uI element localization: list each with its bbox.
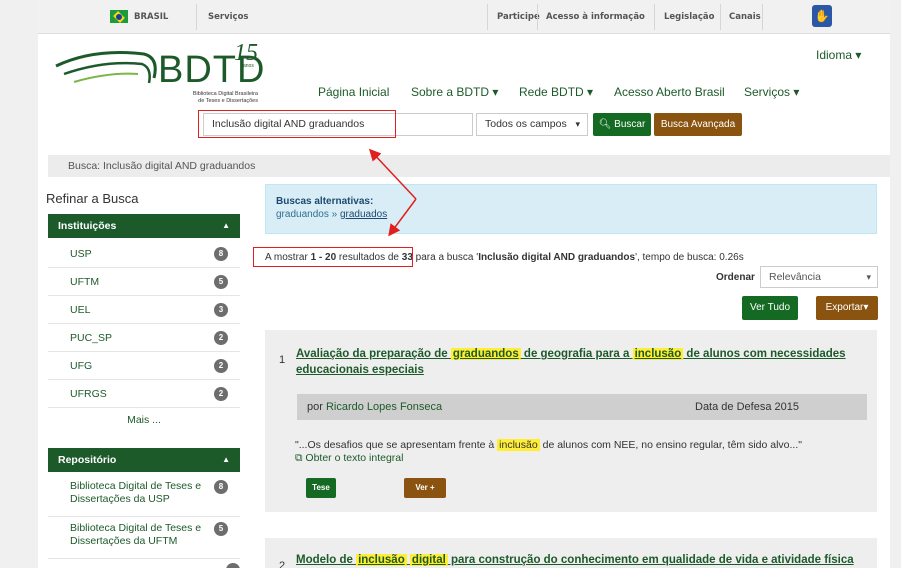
- nav-pagina-inicial[interactable]: Página Inicial: [318, 85, 389, 99]
- external-link-icon: ⧉: [295, 452, 303, 464]
- chevron-down-icon: ▾: [575, 119, 580, 129]
- result-item: 1 Avaliação da preparação de graduandos …: [265, 330, 877, 512]
- tese-badge-button[interactable]: Tese: [306, 478, 336, 498]
- facet-mais-link[interactable]: Mais ...: [48, 414, 240, 426]
- result-number: 1: [279, 354, 286, 366]
- nav-servicos[interactable]: Serviços ▾: [744, 85, 799, 99]
- gov-brasil-link[interactable]: BRASIL: [134, 0, 168, 34]
- gov-bar: BRASIL Serviços Participe Acesso à infor…: [38, 0, 890, 34]
- result-item: 2 Modelo de inclusão digital para constr…: [265, 538, 877, 568]
- ver-mais-button[interactable]: Ver +: [404, 478, 446, 498]
- collapse-triangle-icon: ▲: [222, 455, 230, 464]
- page: BRASIL Serviços Participe Acesso à infor…: [38, 0, 890, 568]
- facet-item-ufrgs[interactable]: UFRGS 2: [48, 380, 240, 408]
- gov-servicos-link[interactable]: Serviços: [208, 0, 248, 34]
- logo-subtitle: Biblioteca Digital Brasileira de Teses e…: [192, 91, 258, 104]
- obter-texto-link[interactable]: ⧉ Obter o texto integral: [295, 452, 403, 465]
- nav-sobre[interactable]: Sobre a BDTD ▾: [411, 85, 498, 99]
- buscar-button[interactable]: 🔍︎ Buscar: [593, 113, 651, 136]
- instituicoes-facet-header[interactable]: Instituições ▲: [48, 214, 240, 238]
- result-number: 2: [279, 560, 286, 568]
- facet-item-ufg[interactable]: UFG 2: [48, 352, 240, 380]
- ver-tudo-button[interactable]: Ver Tudo: [742, 296, 798, 320]
- gov-canais-link[interactable]: Canais: [729, 0, 761, 34]
- sort-select[interactable]: Relevância ▾: [760, 266, 878, 288]
- result-snippet: "...Os desafios que se apresentam frente…: [295, 439, 802, 451]
- accessibility-icon[interactable]: ✋: [812, 5, 832, 27]
- author-link[interactable]: Ricardo Lopes Fonseca: [326, 401, 442, 413]
- gov-legislacao-link[interactable]: Legislação: [664, 0, 715, 34]
- search-icon: 🔍︎: [598, 119, 612, 130]
- logo-anos: anos: [243, 63, 254, 69]
- facet-item-uftm[interactable]: UFTM 5: [48, 268, 240, 296]
- search-field-select[interactable]: Todos os campos ▾: [476, 113, 588, 136]
- chevron-down-icon: ▾: [866, 272, 871, 282]
- gov-participe-link[interactable]: Participe: [497, 0, 540, 34]
- ordenar-label: Ordenar: [716, 272, 755, 283]
- breadcrumb: Busca: Inclusão digital AND graduandos: [48, 155, 890, 177]
- alternative-search-alert: Buscas alternativas: graduandos » gradua…: [265, 184, 877, 234]
- annotation-box-results: [253, 247, 413, 267]
- defesa-date: Data de Defesa 2015: [695, 401, 799, 413]
- facet-item-repo-uftm[interactable]: Biblioteca Digital de Teses e Dissertaçõ…: [48, 517, 240, 559]
- result-title-link[interactable]: Avaliação da preparação de graduandos de…: [296, 346, 866, 378]
- gov-acesso-info-link[interactable]: Acesso à informação: [546, 0, 645, 34]
- idioma-dropdown[interactable]: Idioma ▾: [816, 48, 861, 62]
- result-author-bar: por Ricardo Lopes Fonseca Data de Defesa…: [297, 394, 867, 420]
- result-title-link[interactable]: Modelo de inclusão digital para construç…: [296, 552, 876, 568]
- facet-item-repo-usp[interactable]: Biblioteca Digital de Teses e Dissertaçõ…: [48, 475, 240, 517]
- nav-rede[interactable]: Rede BDTD ▾: [519, 85, 593, 99]
- facet-item-puc-sp[interactable]: PUC_SP 2: [48, 324, 240, 352]
- exportar-button[interactable]: Exportar▾: [816, 296, 878, 320]
- bdtd-logo-swoosh-icon: [55, 51, 157, 84]
- busca-avancada-button[interactable]: Busca Avançada: [654, 113, 742, 136]
- facet-item-uel[interactable]: UEL 3: [48, 296, 240, 324]
- annotation-box-query: [198, 110, 396, 138]
- repositorio-facet-header[interactable]: Repositório ▲: [48, 448, 240, 472]
- nav-acesso-aberto[interactable]: Acesso Aberto Brasil: [614, 85, 725, 99]
- collapse-triangle-icon: ▲: [222, 221, 230, 230]
- brazil-flag-icon: [110, 10, 128, 23]
- facet-badge-partial: [226, 563, 240, 568]
- refinar-heading: Refinar a Busca: [46, 191, 139, 206]
- alt-search-link[interactable]: graduados: [340, 209, 387, 220]
- facet-item-usp[interactable]: USP 8: [48, 240, 240, 268]
